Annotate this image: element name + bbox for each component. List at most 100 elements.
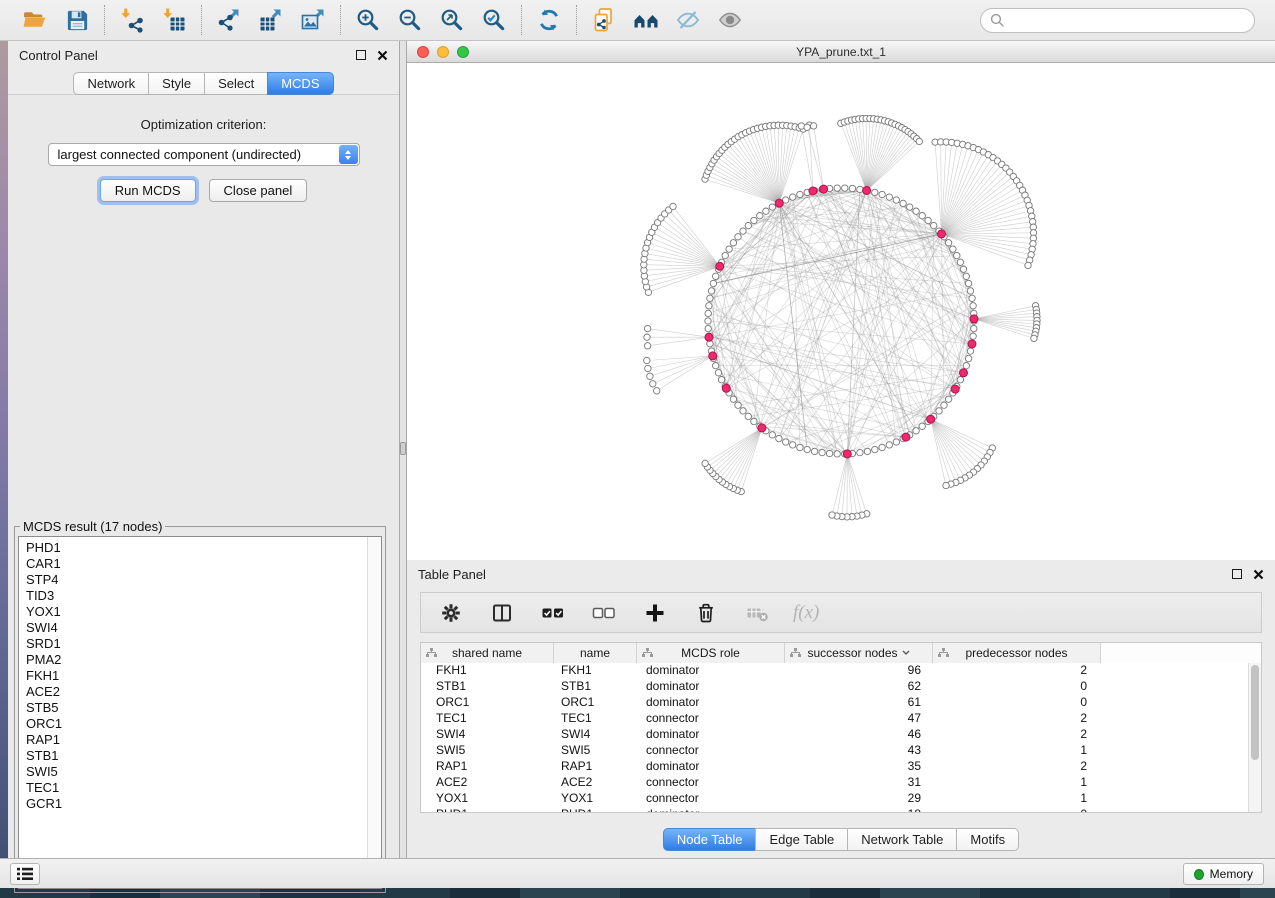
save-session-button[interactable] [62,5,92,35]
table-scrollbar-thumb[interactable] [1251,665,1259,760]
column-header-name[interactable]: name [554,643,637,663]
run-mcds-button[interactable]: Run MCDS [100,179,196,202]
network-document-icon [591,7,617,33]
sort-desc-icon [902,650,910,656]
table-row[interactable]: STB1STB1dominator620 [421,679,1261,695]
table-scrollbar[interactable] [1248,663,1261,812]
show-all-button[interactable] [715,5,745,35]
mcds-result-item[interactable]: SWI4 [26,620,381,636]
zoom-in-button[interactable] [353,5,383,35]
table-row[interactable]: ORC1ORC1dominator610 [421,695,1261,711]
import-table-button[interactable] [159,5,189,35]
mcds-result-item[interactable]: PHD1 [26,540,381,556]
mcds-result-item[interactable]: TID3 [26,588,381,604]
tab-style[interactable]: Style [148,72,204,95]
table-cell: 2 [933,663,1101,679]
table-row[interactable]: ACE2ACE2connector311 [421,775,1261,791]
close-panel-button[interactable]: Close panel [209,179,308,202]
mcds-result-item[interactable]: FKH1 [26,668,381,684]
tab-mcds[interactable]: MCDS [267,72,333,95]
tab-network-table[interactable]: Network Table [847,828,956,851]
float-table-panel-button[interactable] [1232,569,1242,579]
table-cell: 96 [785,663,933,679]
deselect-all-checks-button[interactable] [589,598,619,628]
zoom-fit-button[interactable] [437,5,467,35]
zoom-selected-button[interactable] [479,5,509,35]
table-cell: connector [637,775,785,791]
float-panel-button[interactable] [356,50,366,60]
column-header-mcds-role[interactable]: MCDS role [637,643,785,663]
mcds-result-item[interactable]: GCR1 [26,796,381,812]
splitter-grip[interactable] [400,442,406,455]
tab-motifs[interactable]: Motifs [956,828,1019,851]
select-all-checks-button[interactable] [538,598,568,628]
panel-splitter[interactable] [400,41,407,858]
table-row[interactable]: YOX1YOX1connector291 [421,791,1261,807]
network-window-titlebar: YPA_prune.txt_1 [407,41,1275,63]
new-network-from-selection-button[interactable] [589,5,619,35]
search-input[interactable] [1010,13,1245,27]
table-row[interactable]: PHD1PHD1dominator180 [421,807,1261,813]
table-cell: 35 [785,759,933,775]
tab-network[interactable]: Network [73,72,148,95]
tab-select[interactable]: Select [204,72,267,95]
hide-selected-button[interactable] [673,5,703,35]
close-panel-icon[interactable] [377,50,388,61]
table-cell: 47 [785,711,933,727]
mcds-result-item[interactable]: SRD1 [26,636,381,652]
show-log-button[interactable] [10,863,40,885]
tab-edge-table[interactable]: Edge Table [755,828,847,851]
network-graph-canvas[interactable]: .e{stroke:#8b8b8b;stroke-opacity:.32;str… [407,63,1275,560]
table-row[interactable]: TEC1TEC1connector472 [421,711,1261,727]
table-cell: 1 [933,791,1101,807]
checked-boxes-icon [541,602,565,624]
maximize-window-button[interactable] [457,46,469,58]
close-window-button[interactable] [417,46,429,58]
main-toolbar [0,0,1275,41]
export-image-button[interactable] [298,5,328,35]
mcds-result-item[interactable]: CAR1 [26,556,381,572]
mcds-result-item[interactable]: YOX1 [26,604,381,620]
delete-table-button-disabled [742,598,772,628]
import-network-button[interactable] [117,5,147,35]
table-row[interactable]: SWI4SWI4dominator462 [421,727,1261,743]
mcds-result-item[interactable]: STB1 [26,748,381,764]
columns-icon [491,602,513,624]
table-row[interactable]: SWI5SWI5connector431 [421,743,1261,759]
memory-button[interactable]: Memory [1183,863,1264,885]
export-table-button[interactable] [256,5,286,35]
first-neighbors-button[interactable] [631,5,661,35]
add-column-button[interactable] [640,598,670,628]
mcds-result-item[interactable]: PMA2 [26,652,381,668]
table-row[interactable]: FKH1FKH1dominator962 [421,663,1261,679]
close-table-panel-icon[interactable] [1253,569,1264,580]
table-row[interactable]: RAP1RAP1dominator352 [421,759,1261,775]
column-header-predecessor-nodes[interactable]: predecessor nodes [933,643,1101,663]
mcds-result-item[interactable]: STB5 [26,700,381,716]
export-network-button[interactable] [214,5,244,35]
delete-column-button[interactable] [691,598,721,628]
optimization-select[interactable]: largest connected component (undirected) [48,143,360,166]
tab-node-table[interactable]: Node Table [663,828,756,851]
column-header-shared-name[interactable]: shared name [421,643,554,663]
mcds-result-item[interactable]: STP4 [26,572,381,588]
open-file-button[interactable] [20,5,50,35]
mcds-result-item[interactable]: SWI5 [26,764,381,780]
list-scrollbar[interactable] [367,537,381,888]
mcds-result-item[interactable]: TEC1 [26,780,381,796]
network-column-icon [642,648,653,658]
table-cell: 2 [933,727,1101,743]
zoom-out-button[interactable] [395,5,425,35]
refresh-button[interactable] [534,5,564,35]
table-settings-button[interactable] [436,598,466,628]
minimize-window-button[interactable] [437,46,449,58]
mcds-result-title: MCDS result (17 nodes) [20,519,165,534]
export-network-icon [216,7,242,33]
show-columns-button[interactable] [487,598,517,628]
table-cell: 1 [933,775,1101,791]
mcds-result-item[interactable]: ACE2 [26,684,381,700]
table-cell: 1 [933,743,1101,759]
column-header-successor-nodes[interactable]: successor nodes [785,643,933,663]
mcds-result-item[interactable]: ORC1 [26,716,381,732]
mcds-result-item[interactable]: RAP1 [26,732,381,748]
